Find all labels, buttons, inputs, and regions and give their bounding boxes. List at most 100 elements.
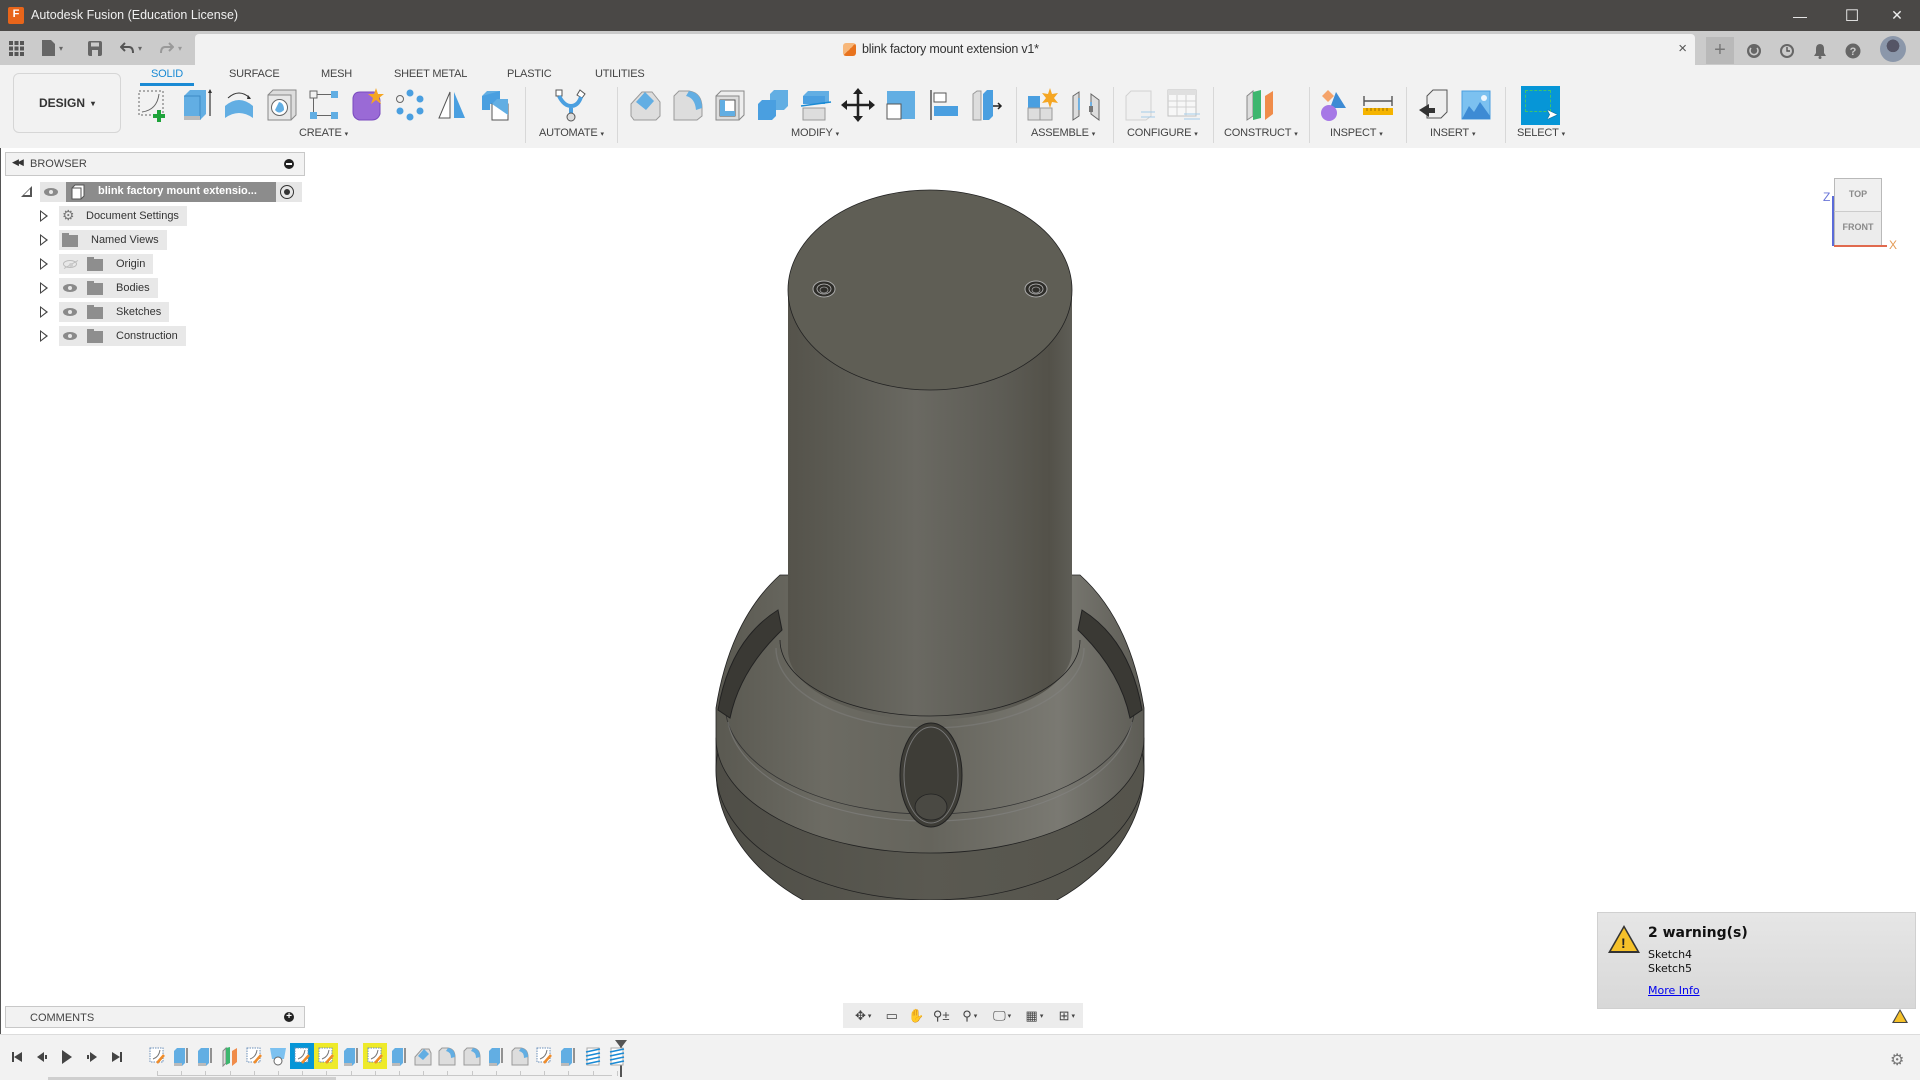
align-icon[interactable] xyxy=(927,88,961,122)
extrude-icon[interactable] xyxy=(180,88,214,122)
3d-model-viewport[interactable] xyxy=(700,170,1180,900)
pattern-icon[interactable] xyxy=(393,88,427,122)
more-info-link[interactable]: More Info xyxy=(1648,984,1700,997)
viewcube-top-face[interactable]: TOP xyxy=(1834,178,1882,212)
tab-mesh[interactable]: MESH xyxy=(321,68,352,80)
browser-item-construction[interactable]: Construction xyxy=(59,326,186,346)
timeline-sketch-icon[interactable] xyxy=(147,1045,167,1067)
warning-indicator-icon[interactable] xyxy=(1892,1009,1908,1023)
expand-arrow-icon[interactable] xyxy=(40,330,48,342)
scale-icon[interactable] xyxy=(884,88,918,122)
combine-icon[interactable] xyxy=(478,88,512,122)
timeline-chamfer-icon[interactable] xyxy=(413,1045,433,1067)
revolve-icon[interactable] xyxy=(222,88,256,122)
timeline-prev-button[interactable] xyxy=(33,1049,51,1065)
mirror-icon[interactable] xyxy=(435,88,469,122)
expand-arrow-icon[interactable] xyxy=(40,234,48,246)
browser-panel-header[interactable]: ◀◀ BROWSER xyxy=(5,152,305,176)
expand-arrow-icon[interactable] xyxy=(40,210,48,222)
offset-face-icon[interactable] xyxy=(799,88,833,122)
viewports-button[interactable]: ⊞ ▾ xyxy=(1051,1005,1083,1027)
timeline-plane-icon[interactable] xyxy=(220,1045,240,1067)
select-tool[interactable]: ➤ xyxy=(1521,86,1560,125)
visibility-eye-icon[interactable] xyxy=(63,332,77,340)
close-tab-button[interactable]: × xyxy=(1678,40,1687,57)
insert-derive-icon[interactable] xyxy=(1417,88,1451,122)
tab-utilities[interactable]: UTILITIES xyxy=(595,68,645,80)
timeline-first-button[interactable] xyxy=(8,1049,26,1065)
construct-menu[interactable]: CONSTRUCT ▾ xyxy=(1224,127,1298,139)
expand-arrow-icon[interactable] xyxy=(40,306,48,318)
timeline-extrude-icon[interactable] xyxy=(558,1045,578,1067)
timeline-sketch-icon[interactable] xyxy=(244,1045,264,1067)
timeline-sketch-icon[interactable] xyxy=(365,1045,385,1067)
timeline-sketch-icon[interactable] xyxy=(534,1045,554,1067)
undo-button[interactable]: ▾ xyxy=(120,37,142,59)
viewcube[interactable]: TOP FRONT xyxy=(1832,178,1882,246)
pan-button[interactable]: ✋ xyxy=(904,1005,929,1027)
measure-icon[interactable] xyxy=(1361,88,1395,122)
help-button[interactable]: ? xyxy=(1839,37,1867,64)
orbit-button[interactable]: ✥ ▾ xyxy=(847,1005,879,1027)
configure-model-icon[interactable] xyxy=(1123,88,1157,122)
tab-plastic[interactable]: PLASTIC xyxy=(507,68,552,80)
look-at-button[interactable]: ▭ xyxy=(879,1005,904,1027)
timeline-sketch-icon[interactable] xyxy=(292,1045,312,1067)
new-component-icon[interactable] xyxy=(1026,88,1060,122)
pin-icon[interactable] xyxy=(284,159,294,169)
expand-arrow-icon[interactable] xyxy=(40,282,48,294)
inspect-menu[interactable]: INSPECT ▾ xyxy=(1330,127,1383,139)
timeline-thread-icon[interactable] xyxy=(583,1045,603,1067)
modify-menu[interactable]: MODIFY ▾ xyxy=(791,127,839,139)
viewcube-front-face[interactable]: FRONT xyxy=(1834,212,1882,246)
display-settings-button[interactable]: 🖵 ▾ xyxy=(986,1005,1018,1027)
timeline-extrude-icon[interactable] xyxy=(486,1045,506,1067)
joint-icon[interactable] xyxy=(1069,88,1103,122)
shell-icon[interactable] xyxy=(713,88,747,122)
file-menu-button[interactable]: ▾ xyxy=(42,37,63,59)
add-comment-icon[interactable]: + xyxy=(284,1012,294,1022)
tab-surface[interactable]: SURFACE xyxy=(229,68,280,80)
fillet-icon[interactable] xyxy=(671,88,705,122)
redo-button[interactable]: ▾ xyxy=(160,37,182,59)
create-sketch-icon[interactable] xyxy=(137,88,171,122)
press-pull-icon[interactable] xyxy=(628,88,662,122)
timeline-fillet-icon[interactable] xyxy=(510,1045,530,1067)
zoom-button[interactable]: ⚲± xyxy=(929,1005,954,1027)
history-button[interactable] xyxy=(1773,37,1801,64)
root-component[interactable]: blink factory mount extensio... xyxy=(66,182,276,202)
move-icon[interactable] xyxy=(841,88,875,122)
timeline-extrude-icon[interactable] xyxy=(195,1045,215,1067)
new-tab-button[interactable]: + xyxy=(1706,37,1734,64)
notifications-button[interactable] xyxy=(1806,37,1834,64)
timeline-fillet-icon[interactable] xyxy=(462,1045,482,1067)
combine-modify-icon[interactable] xyxy=(756,88,790,122)
timeline-next-button[interactable] xyxy=(83,1049,101,1065)
timeline-hole-icon[interactable] xyxy=(268,1045,288,1067)
automate-icon[interactable] xyxy=(554,88,588,122)
expand-arrow-icon[interactable] xyxy=(40,258,48,270)
offset-plane-icon[interactable] xyxy=(1243,88,1277,122)
component-colors-icon[interactable] xyxy=(1318,88,1352,122)
comments-panel-header[interactable]: COMMENTS + xyxy=(5,1006,305,1028)
close-window-button[interactable]: ✕ xyxy=(1874,0,1920,31)
configuration-table-icon[interactable] xyxy=(1166,88,1200,122)
timeline-last-button[interactable] xyxy=(108,1049,126,1065)
decal-icon[interactable] xyxy=(1459,88,1493,122)
timeline-extrude-icon[interactable] xyxy=(389,1045,409,1067)
assemble-menu[interactable]: ASSEMBLE ▾ xyxy=(1031,127,1095,139)
visibility-eye-icon[interactable] xyxy=(63,308,77,316)
tab-solid[interactable]: SOLID xyxy=(151,68,183,80)
hole-icon[interactable] xyxy=(265,88,299,122)
hidden-eye-icon[interactable] xyxy=(63,260,77,268)
save-button[interactable] xyxy=(88,37,102,59)
maximize-button[interactable]: ☐ xyxy=(1829,0,1875,31)
timeline-extrude-icon[interactable] xyxy=(341,1045,361,1067)
data-panel-button[interactable] xyxy=(9,37,24,59)
insert-menu[interactable]: INSERT ▾ xyxy=(1430,127,1476,139)
document-tab[interactable]: blink factory mount extension v1* × xyxy=(195,34,1695,65)
configure-menu[interactable]: CONFIGURE ▾ xyxy=(1127,127,1198,139)
select-menu[interactable]: SELECT ▾ xyxy=(1517,127,1565,139)
automate-menu[interactable]: AUTOMATE ▾ xyxy=(539,127,604,139)
timeline-settings-icon[interactable]: ⚙ xyxy=(1890,1050,1904,1070)
